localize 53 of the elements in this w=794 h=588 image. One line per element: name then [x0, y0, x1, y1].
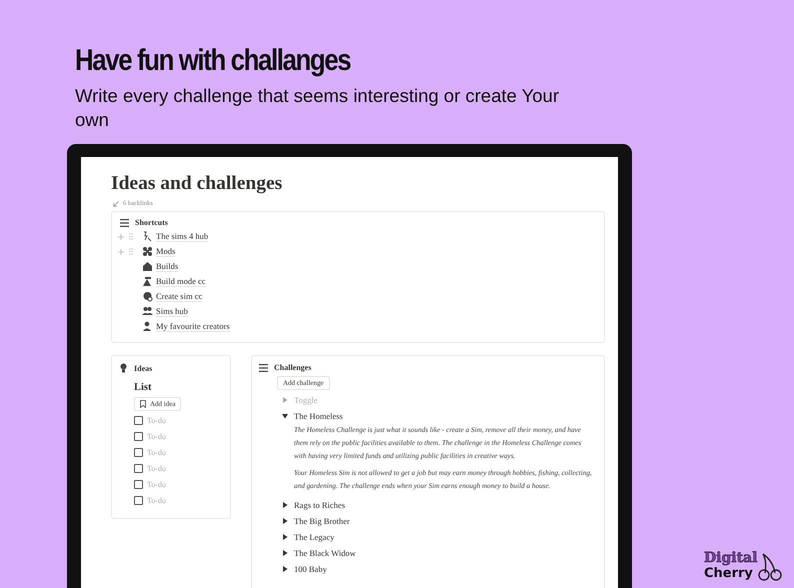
- page-link[interactable]: The sims 4 hub: [156, 231, 208, 242]
- checkbox[interactable]: [134, 448, 143, 456]
- checkbox[interactable]: [134, 432, 143, 440]
- logo-text: Cherry: [704, 566, 754, 581]
- todo-text: To-do: [147, 448, 166, 456]
- person-icon: [142, 321, 153, 332]
- toggle-title[interactable]: The Black Widow: [294, 548, 356, 558]
- list-icon: [259, 364, 268, 372]
- page-link[interactable]: My favourite creators: [156, 321, 230, 332]
- page-link[interactable]: Create sim cc: [156, 291, 202, 302]
- todo-text: To-do: [147, 496, 166, 504]
- page-link[interactable]: Sims hub: [156, 306, 188, 317]
- caret-right-icon[interactable]: [282, 566, 288, 572]
- caret-right-icon[interactable]: [282, 550, 288, 556]
- toggle-title[interactable]: The Big Brother: [294, 516, 350, 526]
- list-heading: List: [134, 382, 153, 393]
- people-icon: [142, 306, 153, 317]
- subtitle: Write every challenge that seems interesting or create Your own: [75, 84, 560, 132]
- headline: Have fun with challanges: [75, 44, 352, 78]
- caret-right-icon[interactable]: [282, 502, 288, 508]
- page-link[interactable]: Builds: [156, 261, 178, 272]
- page-title: Ideas and challenges: [111, 173, 284, 195]
- plus-icon: [118, 248, 124, 254]
- toggle-title[interactable]: 100 Baby: [294, 564, 327, 574]
- toggle-title[interactable]: Rags to Riches: [294, 500, 345, 510]
- page-link[interactable]: Build mode cc: [156, 276, 206, 287]
- lightbulb-icon: [120, 363, 127, 373]
- puzzle-icon: [142, 246, 153, 257]
- toggle-title[interactable]: The Homeless: [294, 411, 343, 421]
- backlink-arrow-icon: [113, 200, 119, 206]
- todo-text: To-do: [147, 464, 166, 472]
- checkbox[interactable]: [134, 464, 143, 472]
- cherry-icon: [757, 553, 784, 581]
- caret-right-icon[interactable]: [282, 518, 288, 524]
- bookmark-icon: [140, 400, 146, 408]
- caret-right-icon[interactable]: [282, 534, 288, 540]
- checkbox[interactable]: [134, 480, 143, 488]
- house-icon: [142, 261, 153, 272]
- todo-text: To-do: [147, 480, 166, 488]
- list-icon: [120, 218, 129, 226]
- todo-text: To-do: [147, 416, 166, 424]
- hammer-icon: [142, 276, 153, 287]
- section-title: Shortcuts: [135, 218, 168, 227]
- logo-text: Digital: [704, 550, 758, 566]
- checkbox[interactable]: [134, 416, 143, 424]
- todo-text: To-do: [147, 432, 166, 440]
- toggle-title[interactable]: The Legacy: [294, 532, 334, 542]
- page-link[interactable]: Mods: [156, 246, 176, 257]
- section-title: Ideas: [134, 364, 152, 372]
- plus-icon: [118, 234, 124, 240]
- section-title: Challenges: [274, 363, 312, 372]
- checkbox[interactable]: [134, 496, 143, 504]
- caret-down-icon[interactable]: [282, 413, 288, 419]
